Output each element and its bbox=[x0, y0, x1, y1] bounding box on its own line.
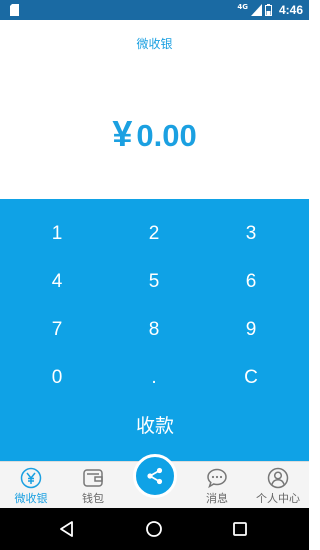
keypad: 1 2 3 4 5 6 7 8 9 0 . C 收款 bbox=[0, 199, 309, 461]
sd-card-icon bbox=[10, 4, 19, 16]
tab-cashier[interactable]: 微收银 bbox=[0, 462, 62, 509]
tab-label: 微收银 bbox=[14, 492, 48, 505]
share-icon bbox=[147, 467, 163, 485]
home-button[interactable] bbox=[141, 516, 167, 542]
key-clear[interactable]: C bbox=[211, 358, 291, 398]
signal-icon bbox=[250, 4, 262, 16]
home-circle-icon bbox=[146, 521, 162, 537]
back-triangle-icon bbox=[60, 521, 73, 537]
back-button[interactable] bbox=[54, 516, 80, 542]
tab-messages[interactable]: 消息 bbox=[186, 462, 248, 509]
wallet-icon bbox=[83, 469, 103, 487]
user-icon bbox=[267, 467, 289, 489]
page-title: 微收银 bbox=[136, 37, 173, 51]
amount-display: ¥0.00 bbox=[0, 113, 309, 155]
key-1[interactable]: 1 bbox=[17, 214, 97, 254]
battery-icon bbox=[264, 4, 272, 16]
key-0[interactable]: 0 bbox=[17, 358, 97, 398]
chat-bubble-icon bbox=[207, 468, 227, 489]
key-3[interactable]: 3 bbox=[211, 214, 291, 254]
tab-label: 消息 bbox=[206, 492, 228, 505]
tab-profile[interactable]: 个人中心 bbox=[247, 462, 309, 509]
key-decimal[interactable]: . bbox=[114, 358, 194, 398]
key-8[interactable]: 8 bbox=[114, 310, 194, 350]
yen-circle-icon bbox=[20, 467, 42, 489]
network-type: 4G bbox=[237, 2, 248, 11]
key-5[interactable]: 5 bbox=[114, 262, 194, 302]
share-button[interactable] bbox=[133, 454, 177, 498]
system-navigation-bar bbox=[0, 508, 309, 550]
recents-square-icon bbox=[233, 522, 247, 536]
tab-wallet[interactable]: 钱包 bbox=[62, 462, 124, 509]
key-7[interactable]: 7 bbox=[17, 310, 97, 350]
tab-label: 钱包 bbox=[82, 492, 104, 505]
clock: 4:46 bbox=[278, 3, 303, 17]
currency-symbol: ¥ bbox=[112, 113, 133, 154]
key-9[interactable]: 9 bbox=[211, 310, 291, 350]
status-bar: 4G 4:46 bbox=[0, 0, 309, 20]
tab-label: 个人中心 bbox=[256, 492, 300, 505]
key-6[interactable]: 6 bbox=[211, 262, 291, 302]
recents-button[interactable] bbox=[227, 516, 253, 542]
status-indicators: 4G 4:46 bbox=[237, 2, 303, 18]
amount-value: 0.00 bbox=[136, 118, 197, 153]
key-2[interactable]: 2 bbox=[114, 214, 194, 254]
collect-payment-button[interactable]: 收款 bbox=[95, 404, 215, 444]
key-4[interactable]: 4 bbox=[17, 262, 97, 302]
